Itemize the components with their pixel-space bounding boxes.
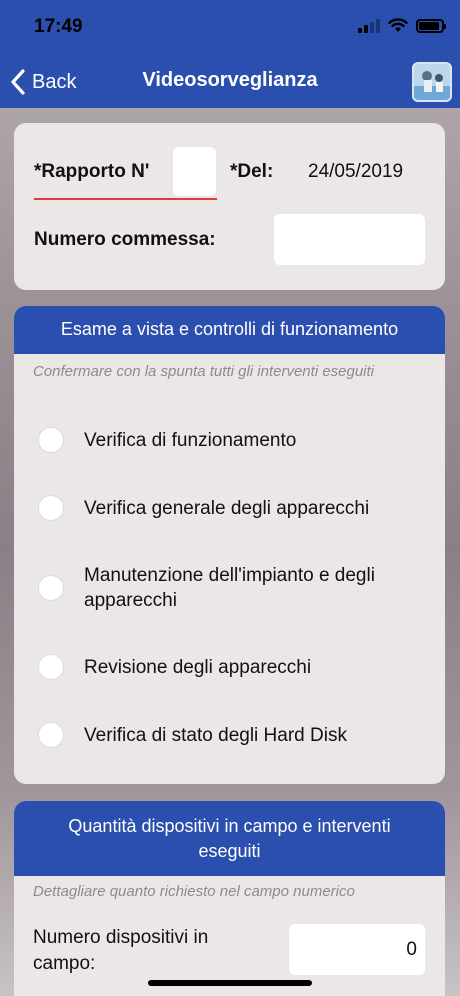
check-item-verifica-generale[interactable]: Verifica generale degli apparecchi	[38, 495, 427, 521]
check-item-label: Verifica di funzionamento	[84, 429, 297, 451]
commessa-label: Numero commessa:	[34, 229, 216, 250]
radio-button[interactable]	[38, 722, 64, 748]
devices-header-text: Quantità dispositivi in campo e interven…	[68, 816, 391, 861]
del-date-value[interactable]: 24/05/2019	[308, 161, 403, 183]
commessa-field[interactable]	[274, 214, 425, 265]
cellular-signal-icon	[358, 18, 380, 33]
page-title: Videosorveglianza	[142, 69, 318, 91]
radio-button[interactable]	[38, 427, 64, 453]
inspections-hint: Confermare con la spunta tutti gli inter…	[33, 363, 375, 380]
app-avatar-icon[interactable]	[412, 62, 452, 102]
radio-button[interactable]	[38, 495, 64, 521]
check-item-hard-disk[interactable]: Verifica di stato degli Hard Disk	[38, 722, 427, 748]
status-time: 17:49	[34, 16, 83, 37]
wifi-icon	[388, 18, 408, 32]
radio-button[interactable]	[38, 654, 64, 680]
check-item-label: Verifica generale degli apparecchi	[84, 497, 370, 519]
check-item-label: Revisione degli apparecchi	[84, 656, 312, 678]
dispositivi-label: Numero dispositivi in campo:	[33, 927, 209, 974]
check-item-label: Verifica di stato degli Hard Disk	[84, 724, 347, 746]
devices-card: Quantità dispositivi in campo e interven…	[14, 801, 445, 996]
app-avatar-image	[414, 64, 450, 100]
status-bar: 17:49	[0, 0, 460, 56]
navigation-bar: Back Videosorveglianza	[0, 56, 460, 108]
rapporto-label: *Rapporto N'	[34, 161, 150, 182]
devices-hint: Dettagliare quanto richiesto nel campo n…	[33, 883, 355, 900]
check-item-verifica-funzionamento[interactable]: Verifica di funzionamento	[38, 427, 427, 453]
devices-header: Quantità dispositivi in campo e interven…	[14, 801, 445, 876]
check-item-label: Manutenzione dell'impianto e degli appar…	[84, 565, 375, 611]
dispositivi-count-field[interactable]: 0	[289, 924, 425, 975]
rapporto-number-field[interactable]	[173, 147, 216, 196]
del-label: *Del:	[230, 161, 274, 182]
battery-icon	[416, 18, 446, 33]
radio-button[interactable]	[38, 575, 64, 601]
status-icons	[358, 18, 446, 33]
inspections-card: Esame a vista e controlli di funzionamen…	[14, 306, 445, 784]
dispositivi-count-value: 0	[406, 939, 417, 960]
check-item-revisione[interactable]: Revisione degli apparecchi	[38, 654, 427, 680]
rapporto-error-underline	[34, 198, 217, 200]
home-indicator	[148, 980, 312, 986]
check-item-manutenzione[interactable]: Manutenzione dell'impianto e degli appar…	[38, 563, 427, 613]
inspections-header: Esame a vista e controlli di funzionamen…	[14, 306, 445, 354]
inspections-header-text: Esame a vista e controlli di funzionamen…	[60, 319, 399, 339]
report-info-card: *Rapporto N' *Del: 24/05/2019 Numero com…	[14, 123, 445, 290]
